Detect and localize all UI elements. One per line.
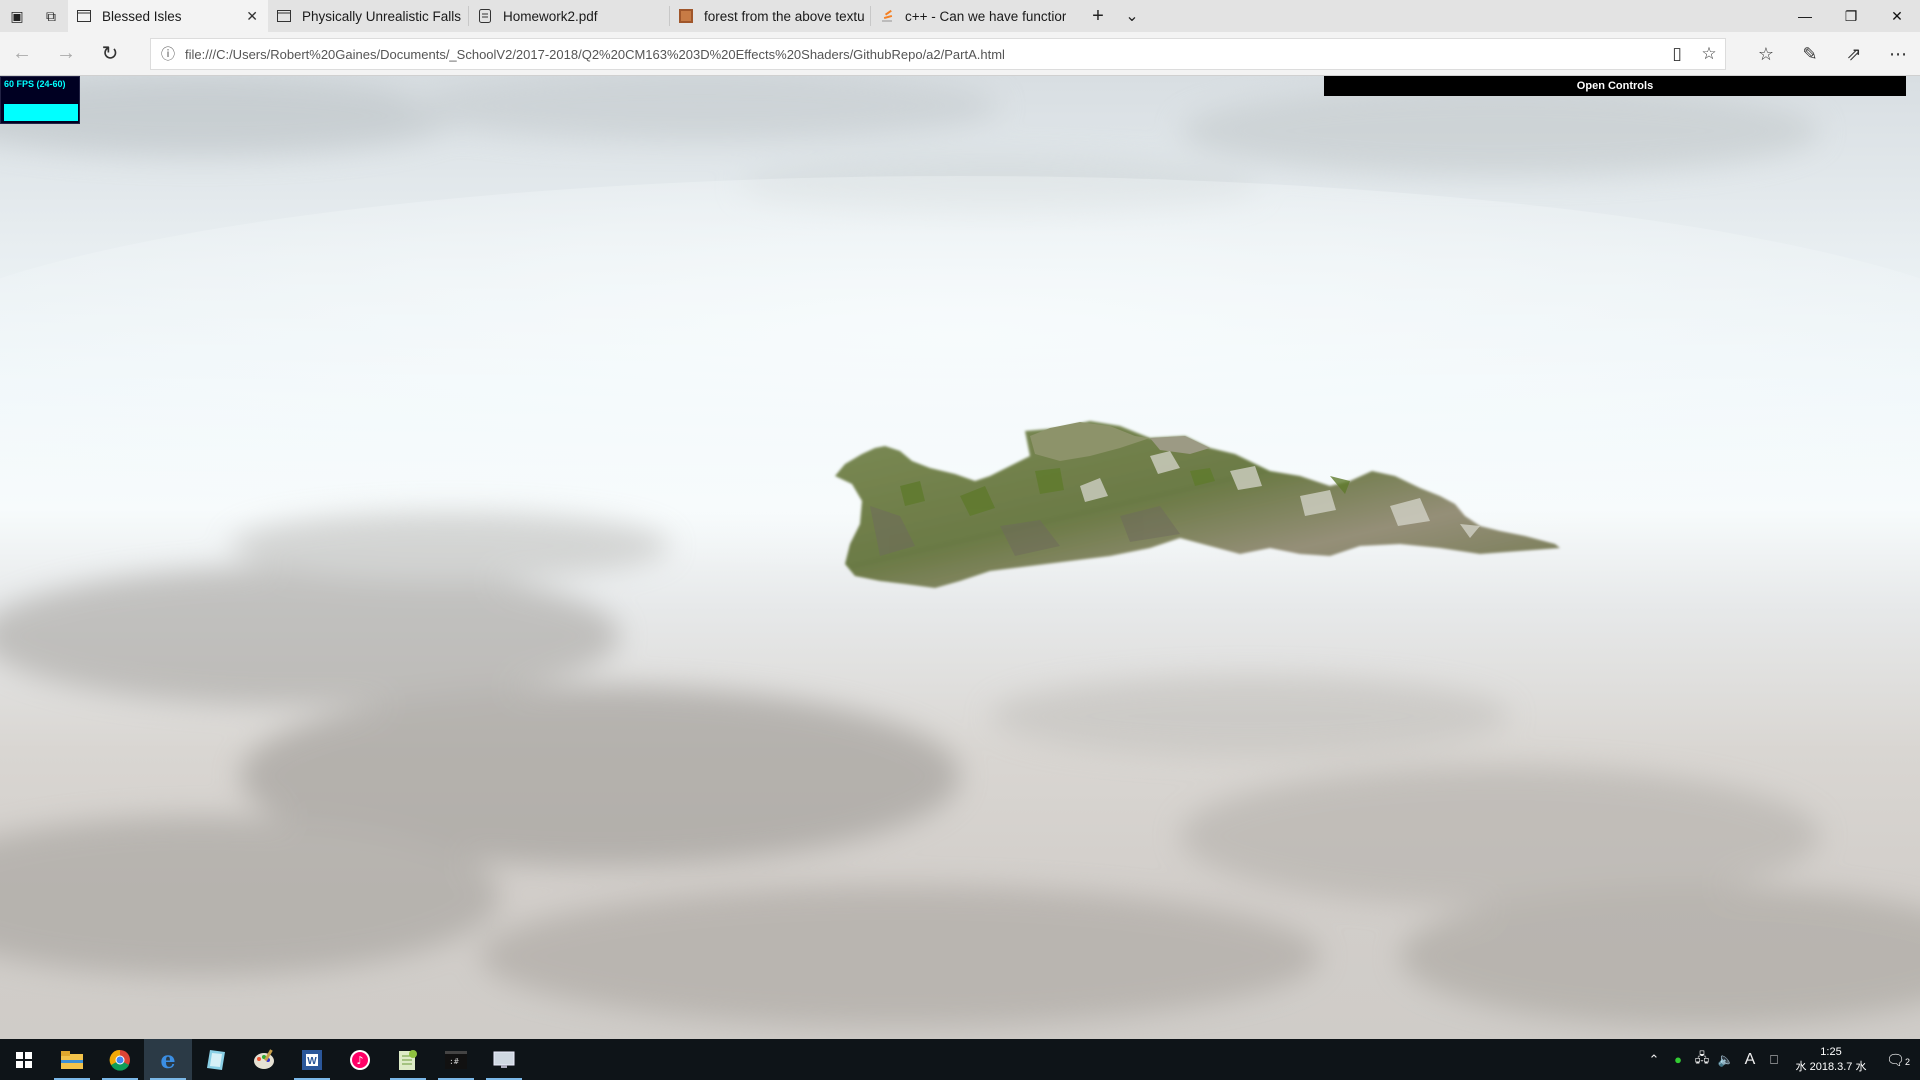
- clock-date: 水 2018.3.7 水: [1795, 1060, 1867, 1073]
- address-bar[interactable]: ⓘ file:///C:/Users/Robert%20Gaines/Docum…: [150, 38, 1726, 70]
- tab-label: Homework2.pdf: [503, 8, 598, 24]
- fps-graph: [4, 104, 78, 121]
- fps-stats-panel[interactable]: 60 FPS (24-60): [0, 76, 80, 124]
- security-shield-icon[interactable]: ●: [1666, 1052, 1690, 1067]
- tab-label: Physically Unrealistic Falls: [302, 8, 462, 24]
- open-controls-button[interactable]: Open Controls: [1324, 76, 1906, 96]
- reading-view-icon[interactable]: ▯: [1661, 44, 1693, 64]
- svg-text:♪: ♪: [356, 1054, 363, 1067]
- clock[interactable]: 1:25 水 2018.3.7 水: [1786, 1045, 1876, 1075]
- tab-strip-spacer: [1149, 0, 1782, 32]
- refresh-button[interactable]: ↻: [88, 32, 132, 76]
- webgl-canvas[interactable]: 60 FPS (24-60) Open Controls: [0, 76, 1920, 1039]
- set-aside-tabs-icon[interactable]: ⧉: [34, 0, 68, 32]
- more-menu-icon[interactable]: ⋯: [1876, 32, 1920, 76]
- minimize-button[interactable]: —: [1782, 0, 1828, 32]
- forward-button[interactable]: →: [44, 32, 88, 76]
- svg-text::#: :#: [449, 1057, 459, 1066]
- tab-physically-unrealistic-falls[interactable]: Physically Unrealistic Falls: [268, 0, 468, 32]
- notepad-icon[interactable]: [192, 1039, 240, 1080]
- close-window-button[interactable]: ✕: [1874, 0, 1920, 32]
- tab-cpp-question[interactable]: c++ - Can we have functior: [871, 0, 1081, 32]
- windows-taskbar: e W ♪ :# ⌃ ● 🖧 🔈 A ⎕ 1:25 水 2018.3.7 水 🗨…: [0, 1039, 1920, 1080]
- favorites-hub-icon[interactable]: ☆: [1744, 32, 1788, 76]
- new-tab-button[interactable]: +: [1081, 0, 1115, 32]
- chevron-up-icon[interactable]: ⌃: [1642, 1052, 1666, 1068]
- ime-label[interactable]: A: [1738, 1051, 1762, 1069]
- share-icon[interactable]: ⇗: [1832, 32, 1876, 76]
- cmd-icon[interactable]: :#: [432, 1039, 480, 1080]
- tab-strip: ▣ ⧉ Blessed Isles ✕ Physically Unrealist…: [0, 0, 1920, 32]
- close-icon[interactable]: ✕: [246, 8, 258, 25]
- tab-forest-texture[interactable]: forest from the above textu: [670, 0, 870, 32]
- image-icon: [678, 9, 694, 23]
- info-icon[interactable]: ⓘ: [151, 44, 185, 64]
- action-center-icon[interactable]: 🗨2: [1876, 1051, 1920, 1069]
- notification-count: 2: [1905, 1056, 1911, 1067]
- word-icon[interactable]: W: [288, 1039, 336, 1080]
- notification-icon: 🗨: [1885, 1051, 1906, 1069]
- network-icon[interactable]: 🖧: [1690, 1049, 1714, 1071]
- paint-icon[interactable]: [240, 1039, 288, 1080]
- back-button[interactable]: ←: [0, 32, 44, 76]
- tab-homework2-pdf[interactable]: Homework2.pdf: [469, 0, 669, 32]
- start-icon[interactable]: [0, 1039, 48, 1080]
- tab-label: forest from the above textu: [704, 8, 865, 24]
- navigation-bar: ← → ↻ ⓘ file:///C:/Users/Robert%20Gaines…: [0, 32, 1920, 76]
- edge-icon[interactable]: e: [144, 1039, 192, 1080]
- lower-clouds: [0, 511, 1920, 1026]
- favorite-star-icon[interactable]: ☆: [1693, 44, 1725, 64]
- svg-text:W: W: [307, 1056, 317, 1067]
- chevron-down-icon[interactable]: ⌄: [1115, 0, 1149, 32]
- tab-label: c++ - Can we have functior: [905, 8, 1067, 24]
- url-text[interactable]: file:///C:/Users/Robert%20Gaines/Documen…: [185, 47, 1661, 62]
- chrome-icon[interactable]: [96, 1039, 144, 1080]
- itunes-icon[interactable]: ♪: [336, 1039, 384, 1080]
- clock-time: 1:25: [1820, 1045, 1842, 1058]
- cloud-terrain-scene: [0, 76, 1920, 1026]
- web-note-icon[interactable]: ✎: [1788, 32, 1832, 76]
- system-tray: ⌃ ● 🖧 🔈 A ⎕ 1:25 水 2018.3.7 水 🗨2: [1642, 1039, 1920, 1080]
- tab-blessed-isles[interactable]: Blessed Isles ✕: [68, 0, 268, 32]
- volume-icon[interactable]: 🔈: [1714, 1052, 1738, 1068]
- tab-label: Blessed Isles: [102, 8, 182, 24]
- remote-icon[interactable]: [480, 1039, 528, 1080]
- page-icon: [276, 9, 292, 23]
- page-icon: [76, 9, 92, 23]
- fps-label: 60 FPS (24-60): [4, 79, 66, 89]
- restore-button[interactable]: ❐: [1828, 0, 1874, 32]
- file-explorer-icon[interactable]: [48, 1039, 96, 1080]
- browser-toolbar: ☆ ✎ ⇗ ⋯: [1744, 32, 1920, 76]
- pdf-icon: [477, 9, 493, 23]
- tab-manager-icon[interactable]: ▣: [0, 0, 34, 32]
- notepadpp-icon[interactable]: [384, 1039, 432, 1080]
- stackoverflow-icon: [879, 9, 895, 23]
- ime-mode-icon[interactable]: ⎕: [1762, 1052, 1786, 1068]
